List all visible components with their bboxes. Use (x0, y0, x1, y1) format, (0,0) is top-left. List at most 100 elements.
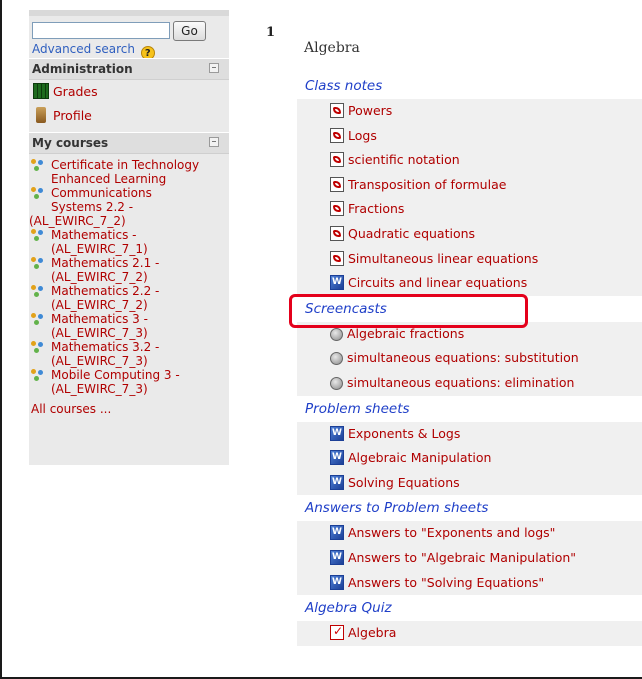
all-courses-link[interactable]: All courses ... (29, 402, 229, 416)
grades-icon (33, 83, 49, 99)
resource-label: Fractions (348, 201, 405, 217)
word-document-icon (330, 525, 344, 541)
course-icon (31, 229, 45, 242)
resource-label: Quadratic equations (348, 225, 476, 241)
resource-item[interactable]: Circuits and linear equations (297, 271, 642, 296)
course-name-cont: Systems 2.2 - (51, 200, 134, 214)
word-document-icon (330, 275, 344, 291)
label-problem-sheets: Problem sheets (297, 395, 642, 422)
course-name: Mathematics 2.2 - (51, 284, 160, 298)
resource-item[interactable]: Answers to "Algebraic Manipulation" (297, 545, 642, 571)
resource-label: Answers to "Algebraic Manipulation" (348, 549, 577, 565)
resource-label: simultaneous equations: elimination (347, 374, 575, 390)
resource-label: Logs (348, 127, 377, 143)
advanced-search-row: Advanced search ? (29, 40, 229, 60)
page-border-left (0, 0, 2, 679)
course-item[interactable]: Mathematics - (AL_EWIRC_7_1) (29, 228, 229, 256)
left-sidebar: Go Advanced search ? Administration Grad… (29, 10, 229, 465)
course-icon (31, 313, 45, 326)
course-code: (AL_EWIRC_7_3) (51, 354, 148, 368)
course-code: (AL_EWIRC_7_2) (51, 298, 148, 312)
course-name: Mathematics 2.1 - (51, 256, 160, 270)
course-item[interactable]: Mathematics 3.2 - (AL_EWIRC_7_3) (29, 340, 229, 368)
word-document-icon (330, 425, 344, 441)
pdf-icon (330, 225, 344, 241)
course-item[interactable]: Mathematics 3 - (AL_EWIRC_7_3) (29, 312, 229, 340)
pdf-icon (330, 103, 344, 118)
resource-label: Algebraic fractions (347, 325, 465, 341)
course-name-cont: Enhanced Learning (51, 172, 167, 186)
label-algebra-quiz: Algebra Quiz (297, 595, 642, 622)
course-item[interactable]: Mobile Computing 3 - (AL_EWIRC_7_3) (29, 368, 229, 396)
course-code: (AL_EWIRC_7_2) (29, 214, 126, 228)
course-icon (31, 257, 45, 270)
quiz-item[interactable]: Algebra (297, 621, 642, 646)
course-name: Mathematics 3.2 - (51, 340, 160, 354)
resource-item[interactable]: Simultaneous linear equations (297, 246, 642, 272)
course-code: (AL_EWIRC_7_3) (51, 326, 148, 340)
course-name: Certificate in Technology (51, 158, 200, 172)
resource-label: Algebraic Manipulation (348, 450, 492, 466)
section-number: 1 (266, 25, 276, 40)
admin-item-profile[interactable]: Profile (29, 104, 229, 128)
quiz-checkmark-icon (330, 624, 344, 641)
my-courses-title: My courses (32, 136, 109, 150)
my-courses-header: My courses (29, 132, 229, 154)
resource-item[interactable]: simultaneous equations: substitution (297, 346, 642, 371)
resource-label: Answers to "Exponents and logs" (348, 525, 556, 541)
label-screencasts: Screencasts (297, 295, 642, 322)
label-answers: Answers to Problem sheets (297, 495, 642, 522)
word-document-icon (330, 549, 344, 565)
course-icon (31, 341, 45, 354)
course-name: Communications (51, 186, 152, 200)
resource-label: Circuits and linear equations (348, 275, 528, 291)
course-item[interactable]: Mathematics 2.1 - (AL_EWIRC_7_2) (29, 256, 229, 284)
course-name: Mathematics 3 - (51, 312, 148, 326)
resource-item[interactable]: Transposition of formulae (297, 172, 642, 198)
course-name: Mathematics - (51, 228, 137, 242)
resource-item[interactable]: Powers (297, 99, 642, 124)
course-icon (31, 369, 45, 382)
resource-label: scientific notation (348, 152, 460, 168)
collapse-icon[interactable] (209, 63, 219, 73)
search-input[interactable] (32, 22, 170, 39)
course-code: (AL_EWIRC_7_3) (51, 382, 148, 396)
resource-item[interactable]: Algebraic Manipulation (297, 446, 642, 471)
pdf-icon (330, 127, 344, 143)
go-button[interactable]: Go (173, 21, 206, 41)
word-document-icon (330, 574, 344, 590)
resource-item[interactable]: Quadratic equations (297, 221, 642, 247)
resource-label: Answers to "Solving Equations" (348, 574, 545, 590)
admin-item-label: Profile (53, 108, 92, 123)
resource-item[interactable]: Answers to "Solving Equations" (297, 570, 642, 596)
course-icon (31, 159, 45, 172)
administration-header: Administration (29, 58, 229, 80)
resource-item[interactable]: Fractions (297, 197, 642, 222)
resource-item[interactable]: Algebraic fractions (297, 321, 642, 347)
pdf-icon (330, 250, 344, 266)
administration-title: Administration (32, 62, 133, 76)
section-content: Class notes Powers Logs scientific notat… (297, 73, 642, 646)
admin-item-grades[interactable]: Grades (29, 80, 229, 104)
resource-label: simultaneous equations: substitution (347, 350, 579, 366)
resource-label: Simultaneous linear equations (348, 250, 539, 266)
course-list: Certificate in Technology Enhanced Learn… (29, 154, 229, 416)
collapse-icon[interactable] (209, 137, 219, 147)
course-item[interactable]: Certificate in Technology Enhanced Learn… (29, 158, 229, 186)
admin-item-label: Grades (53, 84, 98, 99)
course-code: (AL_EWIRC_7_2) (51, 270, 148, 284)
resource-item[interactable]: Solving Equations (297, 470, 642, 496)
course-icon (31, 187, 45, 200)
course-item[interactable]: Communications Systems 2.2 - (AL_EWIRC_7… (29, 186, 229, 228)
resource-item[interactable]: Exponents & Logs (297, 421, 642, 447)
advanced-search-link[interactable]: Advanced search (32, 42, 135, 56)
resource-item[interactable]: Logs (297, 123, 642, 149)
course-icon (31, 285, 45, 298)
section-title: Algebra (304, 40, 360, 56)
resource-item[interactable]: scientific notation (297, 148, 642, 173)
course-item[interactable]: Mathematics 2.2 - (AL_EWIRC_7_2) (29, 284, 229, 312)
resource-item[interactable]: simultaneous equations: elimination (297, 370, 642, 396)
web-link-icon (330, 352, 343, 366)
resource-item[interactable]: Answers to "Exponents and logs" (297, 521, 642, 546)
course-name: Mobile Computing 3 - (51, 368, 180, 382)
